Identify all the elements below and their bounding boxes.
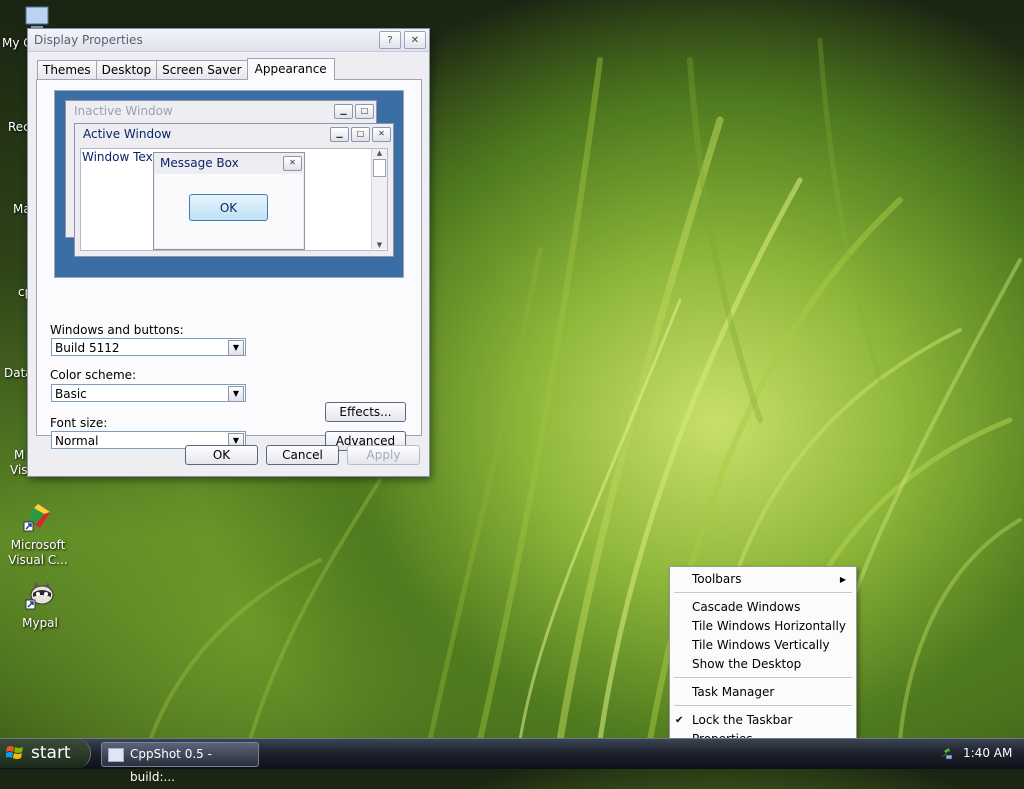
- ok-button[interactable]: OK: [185, 445, 258, 465]
- preview-inactive-title: Inactive Window: [74, 104, 173, 118]
- color-scheme-label: Color scheme:: [50, 368, 137, 382]
- menu-item-cascade-windows[interactable]: Cascade Windows: [692, 598, 852, 617]
- chevron-down-icon[interactable]: ▼: [228, 386, 244, 402]
- help-button[interactable]: ?: [379, 31, 401, 49]
- effects-button[interactable]: Effects...: [325, 402, 406, 422]
- preview-message-box: Message Box ✕ OK: [153, 152, 305, 250]
- check-icon: ✔: [675, 715, 684, 726]
- taskbar-button-label: CppShot 0.5 - build:...: [130, 747, 212, 784]
- window-icon: [108, 748, 124, 762]
- windows-buttons-label: Windows and buttons:: [50, 323, 184, 337]
- menu-item-tile-horizontally[interactable]: Tile Windows Horizontally: [692, 617, 852, 636]
- preview-message-box-title: Message Box: [160, 156, 239, 170]
- system-tray: 1:40 AM: [932, 739, 1024, 768]
- apply-button[interactable]: Apply: [347, 445, 420, 465]
- desktop-icon-label: Mypal: [22, 616, 58, 630]
- color-scheme-value: Basic: [55, 387, 87, 401]
- taskbar-context-menu: Toolbars ▶ Cascade Windows Tile Windows …: [669, 566, 857, 752]
- close-button[interactable]: ✕: [404, 31, 426, 49]
- menu-separator: [674, 705, 852, 707]
- menu-item-label: Toolbars: [692, 572, 742, 586]
- font-size-label: Font size:: [50, 416, 108, 430]
- appearance-tab-pane: Inactive Window ▁ □ Active Window ▁ □ ✕ …: [36, 79, 422, 451]
- maximize-icon: □: [355, 104, 374, 119]
- minimize-icon: ▁: [330, 127, 349, 142]
- desktop-icon-label: Microsoft: [10, 538, 66, 552]
- tab-appearance[interactable]: Appearance: [246, 58, 335, 80]
- dialog-title: Display Properties: [34, 33, 143, 47]
- dialog-titlebar[interactable]: Display Properties ? ✕: [28, 29, 429, 52]
- color-scheme-select[interactable]: Basic ▼: [51, 384, 246, 402]
- desktop-icon-microsoft-visual-c[interactable]: Microsoft Visual C...: [3, 500, 73, 568]
- menu-item-lock-taskbar[interactable]: ✔ Lock the Taskbar: [675, 711, 852, 730]
- maximize-icon: □: [351, 127, 370, 142]
- menu-separator: [674, 677, 852, 679]
- preview-window-text: Window Text: [82, 150, 158, 164]
- message-box-body: OK: [155, 174, 303, 248]
- windows-logo-icon: [6, 746, 23, 759]
- display-properties-dialog: Display Properties ? ✕ Themes Desktop Sc…: [27, 28, 430, 477]
- close-icon: ✕: [283, 156, 302, 171]
- clock[interactable]: 1:40 AM: [963, 739, 1012, 768]
- raccoon-icon: [25, 582, 54, 610]
- visual-studio-icon: [23, 504, 50, 532]
- appearance-preview: Inactive Window ▁ □ Active Window ▁ □ ✕ …: [54, 90, 404, 278]
- network-icon[interactable]: [940, 746, 954, 760]
- windows-buttons-value: Build 5112: [55, 341, 120, 355]
- font-size-value: Normal: [55, 434, 99, 448]
- scroll-up-icon: ▲: [376, 149, 383, 157]
- preview-scrollbar: ▲ ▼: [371, 149, 387, 249]
- menu-item-task-manager[interactable]: Task Manager: [692, 683, 852, 702]
- cancel-button[interactable]: Cancel: [266, 445, 339, 465]
- menu-separator: [674, 592, 852, 594]
- minimize-icon: ▁: [334, 104, 353, 119]
- scroll-down-icon: ▼: [376, 241, 383, 249]
- preview-active-title: Active Window: [83, 127, 172, 141]
- windows-buttons-select[interactable]: Build 5112 ▼: [51, 338, 246, 356]
- start-label: start: [31, 743, 71, 763]
- close-icon: ✕: [372, 127, 391, 142]
- menu-item-toolbars[interactable]: Toolbars ▶: [692, 570, 852, 589]
- desktop-icon-label-2: Visual C...: [8, 553, 68, 567]
- preview-ok-button: OK: [189, 194, 268, 221]
- chevron-down-icon[interactable]: ▼: [228, 340, 244, 356]
- tab-screen-saver[interactable]: Screen Saver: [156, 60, 248, 79]
- tab-strip: Themes Desktop Screen Saver Appearance: [37, 58, 335, 80]
- start-button[interactable]: start: [0, 739, 91, 768]
- menu-item-tile-vertically[interactable]: Tile Windows Vertically: [692, 636, 852, 655]
- submenu-arrow-icon: ▶: [839, 575, 846, 584]
- taskbar-button-cppshot[interactable]: CppShot 0.5 - build:...: [101, 742, 259, 784]
- taskbar: start CppShot 0.5 - build:... 1:40 AM: [0, 738, 1024, 784]
- menu-item-label: Lock the Taskbar: [692, 713, 793, 727]
- desktop-icon-mypal[interactable]: Mypal: [5, 578, 75, 631]
- scroll-thumb: [373, 159, 386, 177]
- menu-item-show-desktop[interactable]: Show the Desktop: [692, 655, 852, 674]
- desktop-icon-label: M: [14, 448, 25, 462]
- tab-desktop[interactable]: Desktop: [95, 60, 158, 79]
- tab-themes[interactable]: Themes: [37, 60, 97, 79]
